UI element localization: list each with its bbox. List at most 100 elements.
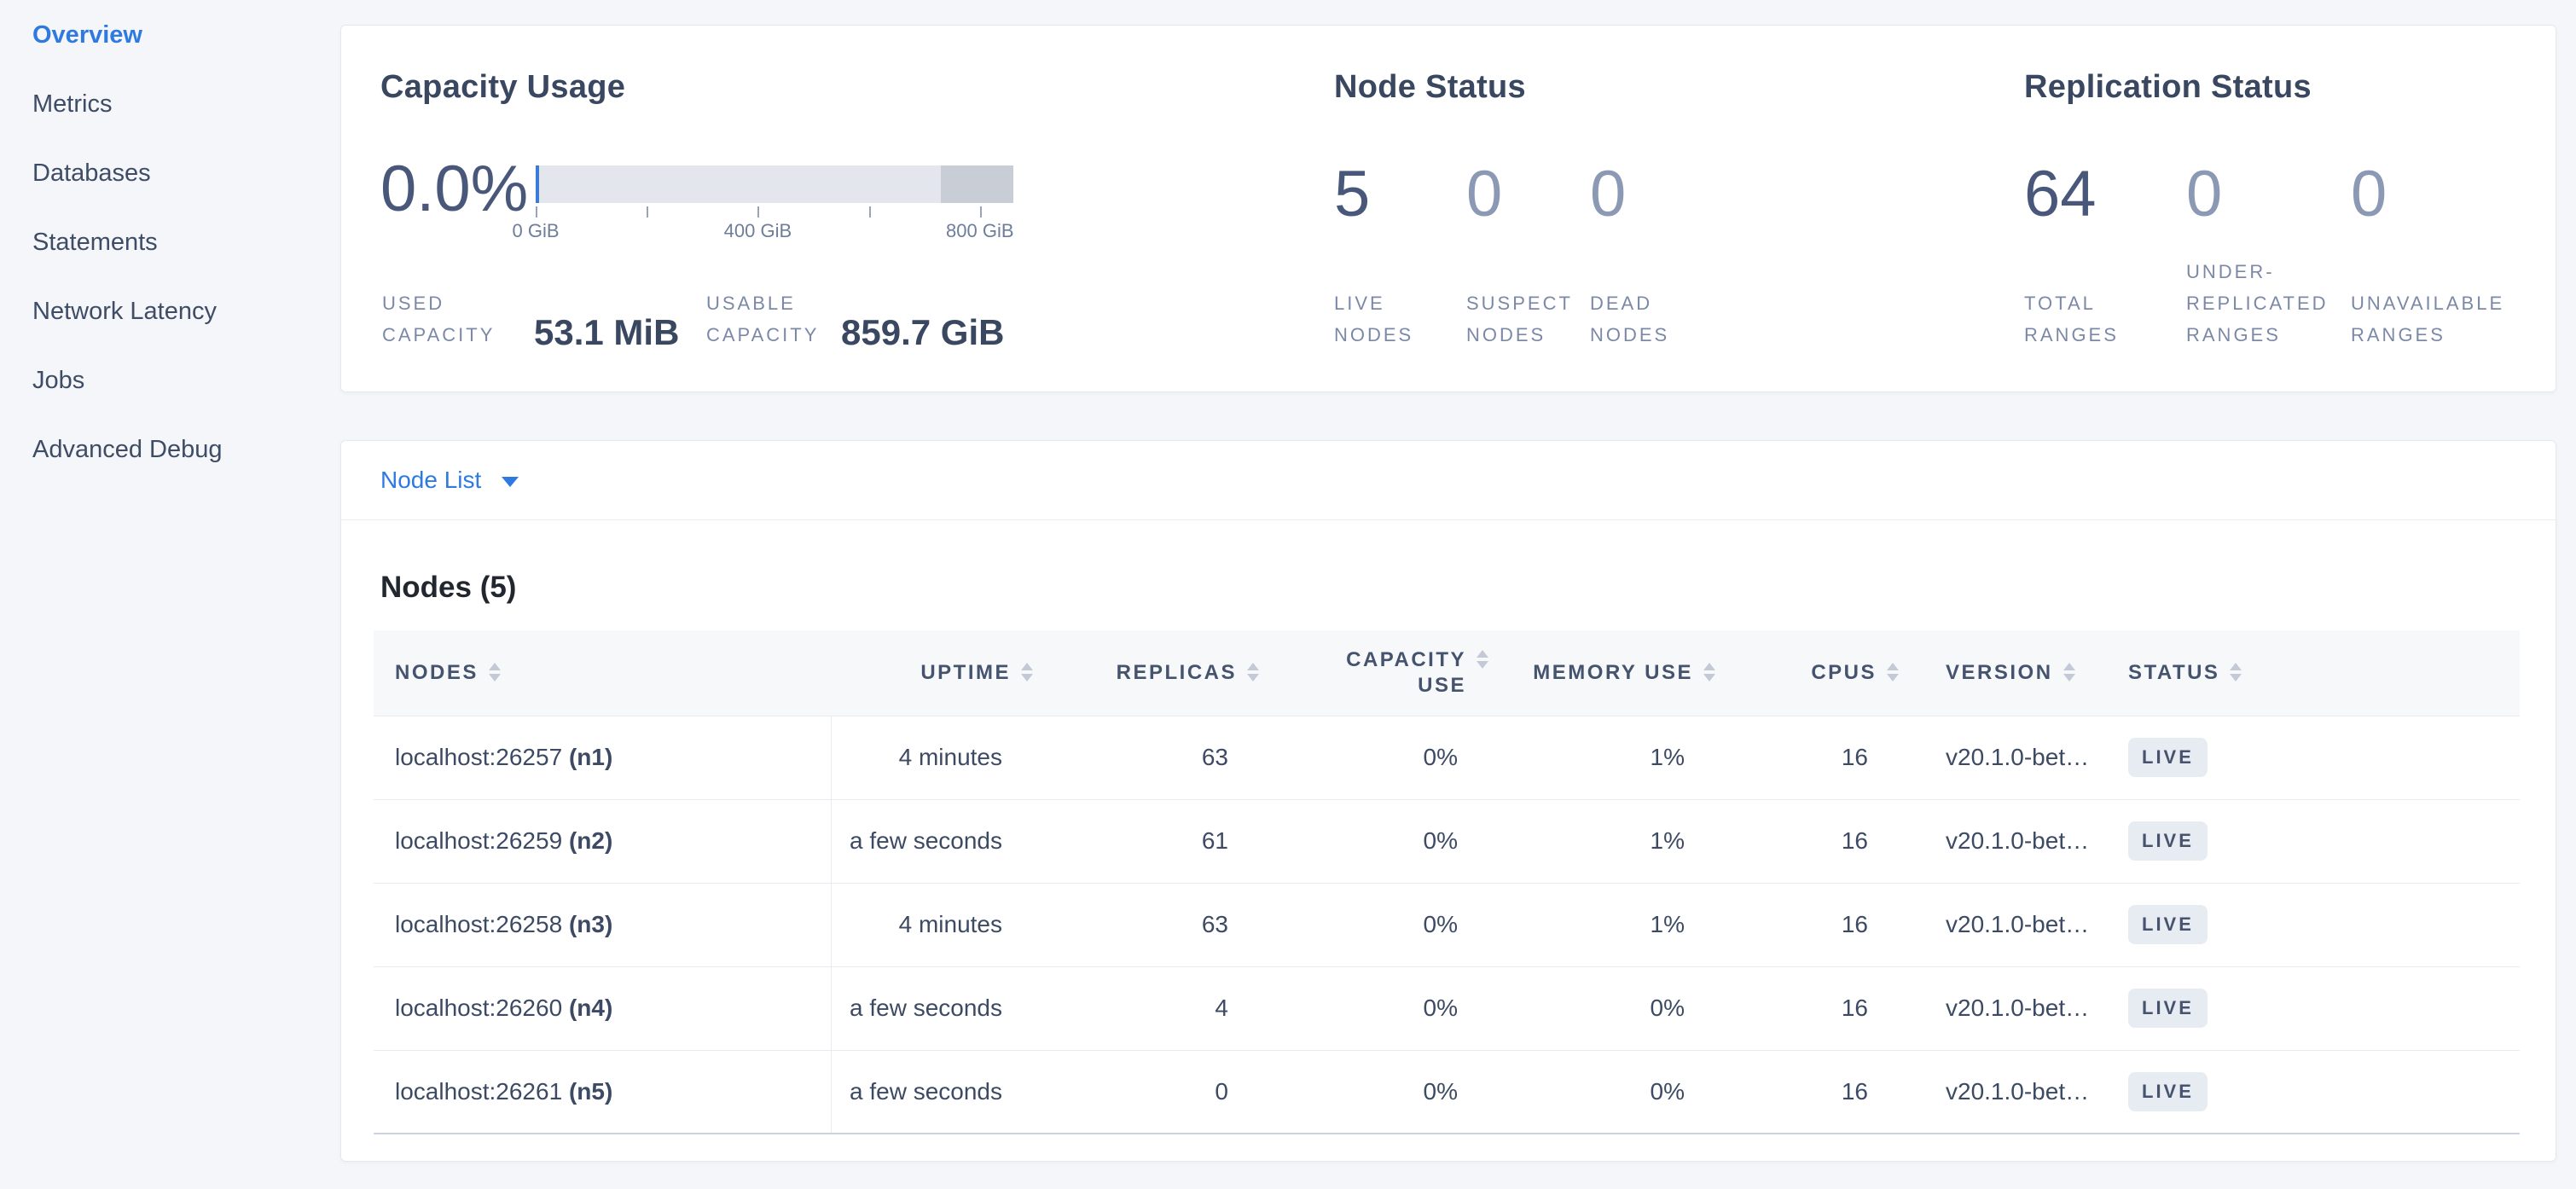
cell-uptime: a few seconds	[831, 966, 1033, 1050]
table-row[interactable]: localhost:26260 (n4)a few seconds40%0%16…	[374, 966, 2520, 1050]
sidebar-item-metrics[interactable]: Metrics	[0, 79, 328, 148]
figure-value: 5	[1334, 160, 1466, 229]
status-badge: LIVE	[2128, 1072, 2208, 1111]
nodes-table-title: Nodes (5)	[380, 571, 2518, 605]
column-header-cpus[interactable]: CPUS	[1715, 630, 1899, 716]
sort-arrows-icon[interactable]	[1477, 650, 1488, 669]
figure-label: SUSPECT NODES	[1466, 287, 1573, 351]
sidebar-item-network-latency[interactable]: Network Latency	[0, 287, 328, 356]
cell-replicas: 63	[1033, 883, 1259, 966]
summary-figure: 0 DEAD NODES	[1590, 160, 1701, 351]
cell-version: v20.1.0-bet…	[1899, 799, 2116, 883]
column-label: STATUS	[2128, 660, 2219, 686]
sidebar-item-overview[interactable]: Overview	[0, 10, 328, 79]
sidebar-item-statements[interactable]: Statements	[0, 218, 328, 287]
node-list-dropdown[interactable]: Node List	[341, 441, 2556, 520]
node-address: localhost:26261	[395, 1078, 569, 1105]
sidebar-item-jobs[interactable]: Jobs	[0, 356, 328, 425]
capacity-bar-ticks	[536, 205, 1013, 218]
cell-uptime: a few seconds	[831, 799, 1033, 883]
bar-tick	[980, 206, 982, 218]
status-badge: LIVE	[2128, 821, 2208, 861]
summary-figure: 0 SUSPECT NODES	[1466, 160, 1590, 351]
capacity-bar-reserved-segment	[941, 165, 1013, 203]
cell-version: v20.1.0-bet…	[1899, 883, 2116, 966]
table-row[interactable]: localhost:26258 (n3)4 minutes630%1%16v20…	[374, 883, 2520, 966]
table-row[interactable]: localhost:26257 (n1)4 minutes630%1%16v20…	[374, 716, 2520, 799]
column-header-uptime[interactable]: UPTIME	[831, 630, 1033, 716]
sort-arrows-icon[interactable]	[2063, 663, 2075, 682]
node-id: (n1)	[569, 744, 612, 770]
figure-value: 0	[2351, 160, 2526, 229]
table-row[interactable]: localhost:26261 (n5)a few seconds00%0%16…	[374, 1050, 2520, 1134]
node-address: localhost:26258	[395, 911, 569, 937]
cell-cpus: 16	[1715, 1050, 1899, 1134]
capacity-usage-title: Capacity Usage	[380, 68, 1327, 106]
cell-uptime: 4 minutes	[831, 883, 1033, 966]
cell-cpus: 16	[1715, 799, 1899, 883]
sidebar: OverviewMetricsDatabasesStatementsNetwor…	[0, 0, 328, 1189]
node-address: localhost:26260	[395, 995, 569, 1021]
cell-uptime: a few seconds	[831, 1050, 1033, 1134]
replication-status-title: Replication Status	[2024, 68, 2553, 106]
column-label: MEMORY USE	[1533, 660, 1693, 686]
cell-version: v20.1.0-bet…	[1899, 1050, 2116, 1134]
cell-node: localhost:26261 (n5)	[374, 1050, 831, 1134]
sort-arrows-icon[interactable]	[1247, 663, 1259, 682]
cell-uptime: 4 minutes	[831, 716, 1033, 799]
status-badge: LIVE	[2128, 905, 2208, 944]
cell-status: LIVE	[2116, 799, 2520, 883]
column-header-capacity_use[interactable]: CAPACITY USE	[1259, 630, 1488, 716]
cell-status: LIVE	[2116, 883, 2520, 966]
bar-tick	[647, 206, 648, 218]
node-list-dropdown-label[interactable]: Node List	[380, 467, 481, 494]
cell-node: localhost:26259 (n2)	[374, 799, 831, 883]
column-header-node[interactable]: NODES	[374, 630, 831, 716]
cell-cpus: 16	[1715, 966, 1899, 1050]
summary-figure: 5 LIVE NODES	[1334, 160, 1466, 351]
figure-label: UNDER-REPLICATED RANGES	[2186, 256, 2344, 351]
figure-label: LIVE NODES	[1334, 287, 1436, 351]
column-label: CPUS	[1811, 660, 1877, 686]
cell-memory_use: 0%	[1488, 1050, 1715, 1134]
cell-node: localhost:26257 (n1)	[374, 716, 831, 799]
figure-label: UNAVAILABLE RANGES	[2351, 287, 2526, 351]
sidebar-item-advanced-debug[interactable]: Advanced Debug	[0, 425, 328, 494]
table-row[interactable]: localhost:26259 (n2)a few seconds610%1%1…	[374, 799, 2520, 883]
node-id: (n3)	[569, 911, 612, 937]
sort-arrows-icon[interactable]	[489, 663, 501, 682]
cell-status: LIVE	[2116, 1050, 2520, 1134]
bar-tick	[757, 206, 759, 218]
column-label: UPTIME	[920, 660, 1011, 686]
usable-capacity-label: USABLE CAPACITY	[706, 287, 841, 351]
column-label: REPLICAS	[1117, 660, 1237, 686]
bar-axis-label: 400 GiB	[724, 220, 792, 242]
summary-figure: 64 TOTAL RANGES	[2024, 160, 2186, 351]
column-header-status[interactable]: STATUS	[2116, 630, 2520, 716]
cluster-summary-card: Capacity Usage 0.0% 0 GiB400 GiB800 GiB …	[340, 25, 2556, 392]
sidebar-item-databases[interactable]: Databases	[0, 148, 328, 218]
sort-arrows-icon[interactable]	[2230, 663, 2242, 682]
column-header-version[interactable]: VERSION	[1899, 630, 2116, 716]
sort-arrows-icon[interactable]	[1887, 663, 1899, 682]
replication-status-section: Replication Status 64 TOTAL RANGES 0 UND…	[2024, 68, 2553, 351]
capacity-stats: USED CAPACITY 53.1 MiB USABLE CAPACITY 8…	[382, 287, 1004, 351]
node-status-section: Node Status 5 LIVE NODES 0 SUSPECT NODES…	[1334, 68, 1982, 351]
column-header-replicas[interactable]: REPLICAS	[1033, 630, 1259, 716]
figure-value: 0	[1466, 160, 1590, 229]
node-status-title: Node Status	[1334, 68, 1982, 106]
column-header-memory_use[interactable]: MEMORY USE	[1488, 630, 1715, 716]
sort-arrows-icon[interactable]	[1703, 663, 1715, 682]
node-id: (n5)	[569, 1078, 612, 1105]
capacity-used-percent: 0.0%	[380, 154, 528, 225]
figure-value: 0	[2186, 160, 2351, 229]
cell-capacity_use: 0%	[1259, 799, 1488, 883]
table-header-row: NODES UPTIME REPLICAS CAPACITY USE MEMORY US…	[374, 630, 2520, 716]
sort-arrows-icon[interactable]	[1021, 663, 1033, 682]
capacity-usage-section: Capacity Usage 0.0% 0 GiB400 GiB800 GiB …	[380, 68, 1327, 351]
cell-version: v20.1.0-bet…	[1899, 966, 2116, 1050]
node-list-card: Node List Nodes (5) NODES UPTIME REPLICAS C…	[340, 440, 2556, 1162]
used-capacity-value: 53.1 MiB	[534, 315, 706, 351]
bar-axis-label: 0 GiB	[512, 220, 559, 242]
cell-version: v20.1.0-bet…	[1899, 716, 2116, 799]
